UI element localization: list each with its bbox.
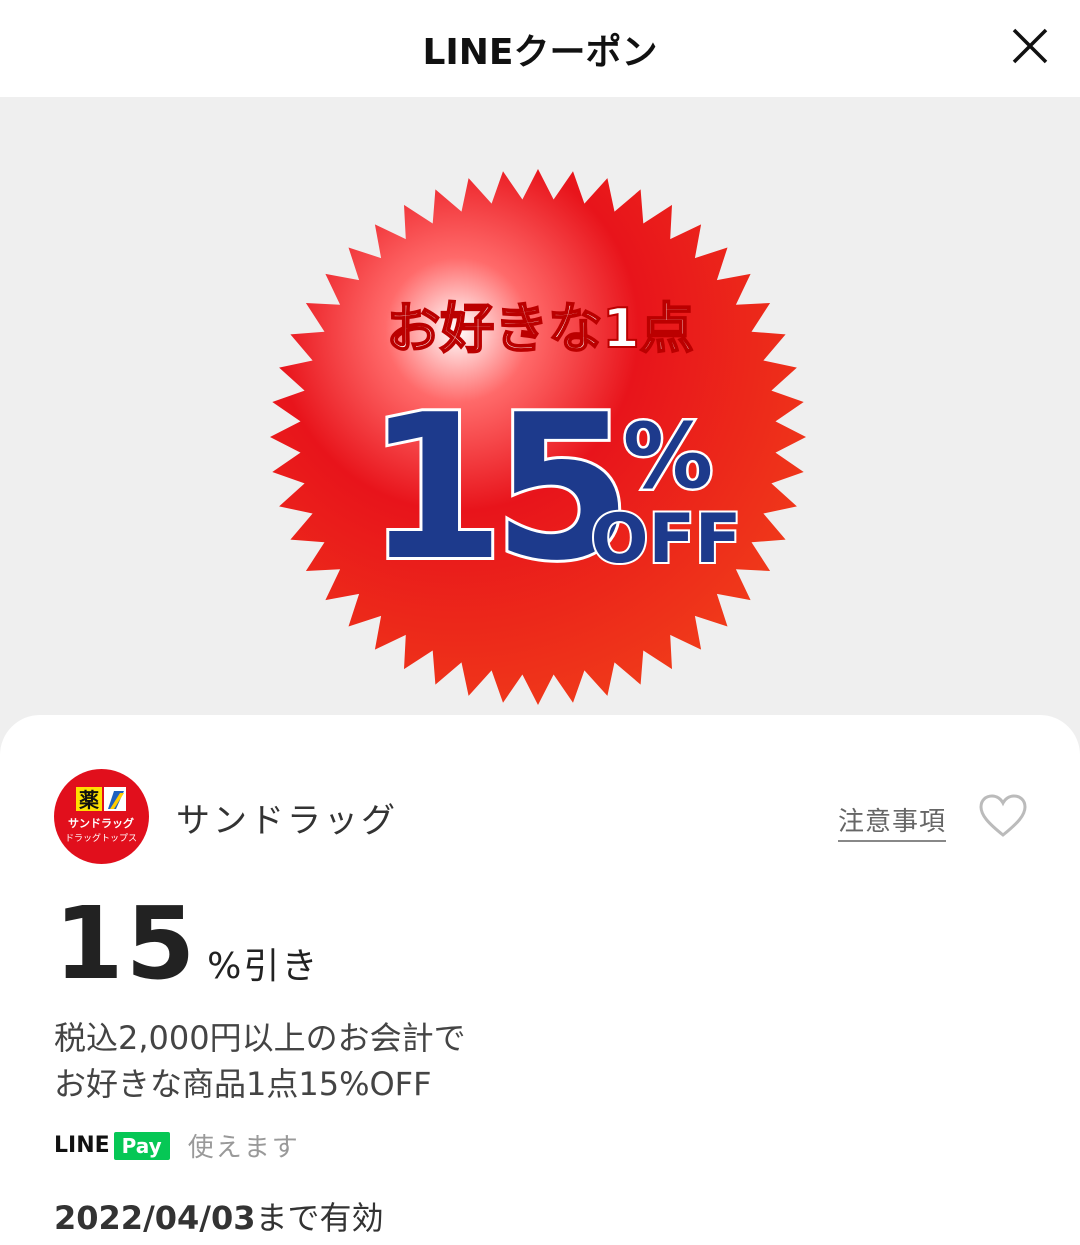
heart-outline-icon — [979, 794, 1027, 837]
line-pay-logo-line: LINE — [54, 1133, 110, 1158]
validity-suffix: まで有効 — [255, 1199, 384, 1237]
description-line-2: お好きな商品1点15%OFF — [54, 1065, 432, 1103]
payment-status: 使えます — [187, 1133, 300, 1163]
discount-display: 15 %引き — [54, 885, 319, 1002]
validity-date: 2022/04/03 — [54, 1199, 256, 1237]
header-bar: LINEクーポン — [0, 0, 1080, 97]
coupon-banner: お好きな1点 15 % OFF — [0, 97, 1080, 757]
description-line-1: 税込2,000円以上のお会計で — [54, 1019, 466, 1057]
coupon-description: 税込2,000円以上のお会計で お好きな商品1点15%OFF — [54, 1015, 466, 1107]
notes-link[interactable]: 注意事項 — [838, 801, 947, 842]
discount-value: 15 — [54, 885, 198, 1002]
coupon-card: 薬 サンドラッグ ドラッグトップス サンドラッグ 注意事項 15 %引き 税込2… — [0, 715, 1080, 1245]
payment-info: LINE Pay 使えます — [54, 1127, 300, 1164]
logo-text-1: サンドラッグ — [68, 816, 134, 830]
banner-off: OFF — [591, 500, 742, 579]
logo-text-2: ドラッグトップス — [65, 832, 137, 844]
close-button[interactable] — [1010, 26, 1050, 66]
line-pay-logo-pay: Pay — [113, 1131, 170, 1160]
validity-text: 2022/04/03まで有効 — [54, 1193, 384, 1239]
banner-big-number: 15 — [366, 372, 620, 605]
banner-percent: % — [623, 404, 713, 509]
page-title: LINEクーポン — [422, 31, 658, 73]
close-icon — [1012, 28, 1048, 64]
discount-unit: %引き — [207, 946, 320, 987]
store-name: サンドラッグ — [176, 801, 398, 841]
logo-kanji: 薬 — [79, 788, 99, 812]
store-logo-graphic: 薬 サンドラッグ ドラッグトップス — [65, 787, 137, 844]
store-logo: 薬 サンドラッグ ドラッグトップス — [54, 769, 149, 864]
favorite-button[interactable] — [978, 793, 1028, 839]
banner-line1: お好きな1点 — [386, 297, 694, 360]
discount-burst-image: お好きな1点 15 % OFF — [270, 169, 806, 705]
